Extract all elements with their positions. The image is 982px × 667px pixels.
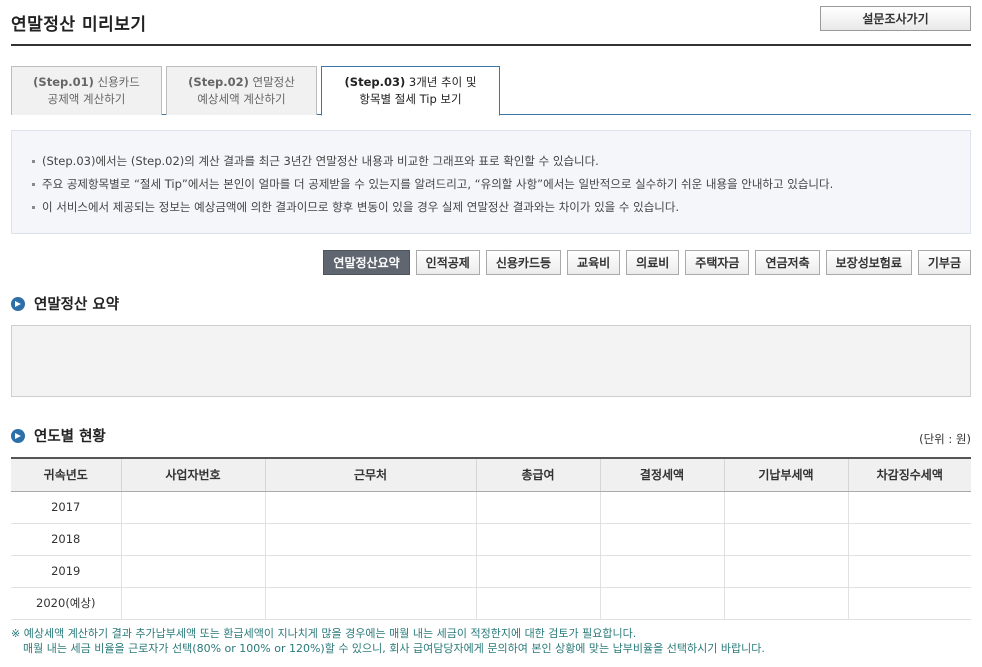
summary-title-text: 연말정산 요약 [34, 297, 120, 313]
year-cell: 2019 [11, 555, 121, 588]
tab-step-03-line2: 항목별 절세 Tip 보기 [359, 92, 462, 106]
yearly-section-title: 연도별 현황 [11, 425, 106, 446]
tab-step-01-label: 신용카드 [97, 75, 140, 89]
category-summary-button[interactable]: 연말정산요약 [323, 250, 410, 275]
col-business-number: 사업자번호 [120, 457, 265, 492]
col-determined-tax: 결정세액 [599, 457, 724, 492]
category-insurance-button[interactable]: 보장성보험료 [825, 250, 912, 275]
tab-step-02-line1: (Step.02) 연말정산 [167, 74, 316, 91]
table-row: 2019 [11, 555, 971, 588]
tab-step-02[interactable]: (Step.02) 연말정산 예상세액 계산하기 [166, 66, 317, 115]
col-prepaid-tax: 기납부세액 [723, 457, 848, 492]
info-item: 이 서비스에서 제공되는 정보는 예상금액에 의한 결과이므로 향후 변동이 있… [32, 196, 970, 219]
note-line-2: 매월 내는 세금 비율을 근로자가 선택(80% or 100% or 120%… [23, 642, 765, 655]
tab-step-01-line2: 공제액 계산하기 [47, 92, 126, 106]
year-cell: 2020(예상) [11, 587, 121, 620]
year-cell: 2017 [11, 491, 121, 524]
unit-label: (단위 : 원) [919, 432, 971, 446]
col-workplace: 근무처 [264, 457, 476, 492]
tab-step-01-step: (Step.01) [33, 75, 94, 89]
summary-box [11, 325, 971, 397]
tab-step-01[interactable]: (Step.01) 신용카드 공제액 계산하기 [11, 66, 162, 115]
table-row: 2020(예상) [11, 587, 971, 620]
yearly-title-text: 연도별 현황 [34, 429, 106, 445]
tab-step-02-line2: 예상세액 계산하기 [197, 92, 286, 106]
category-personal-deduction-button[interactable]: 인적공제 [415, 250, 480, 275]
step-tabs: (Step.01) 신용카드 공제액 계산하기 (Step.02) 연말정산 예… [11, 66, 971, 116]
page-header: 연말정산 미리보기 설문조사가기 [11, 0, 971, 46]
category-tabs: 연말정산요약 인적공제 신용카드등 교육비 의료비 주택자금 연금저축 보장성보… [323, 250, 971, 275]
tab-step-03[interactable]: (Step.03) 3개년 추이 및 항목별 절세 Tip 보기 [321, 66, 500, 116]
tab-step-02-step: (Step.02) [188, 75, 249, 89]
survey-button[interactable]: 설문조사가기 [820, 6, 971, 31]
summary-section-title: 연말정산 요약 [11, 293, 119, 314]
category-medical-button[interactable]: 의료비 [626, 250, 680, 275]
tab-step-03-label: 3개년 추이 및 [408, 75, 477, 89]
info-item: 주요 공제항목별로 “절세 Tip”에서는 본인이 얼마를 더 공제받을 수 있… [32, 173, 970, 196]
yearly-table: 귀속년도 사업자번호 근무처 총급여 결정세액 기납부세액 차감징수세액 201… [11, 457, 971, 620]
info-box: (Step.03)에서는 (Step.02)의 계산 결과를 최근 3년간 연말… [11, 130, 971, 234]
tab-step-03-step: (Step.03) [344, 75, 406, 89]
col-balance-tax: 차감징수세액 [847, 457, 971, 492]
year-cell: 2018 [11, 523, 121, 556]
tab-step-03-line1: (Step.03) 3개년 추이 및 [322, 74, 499, 91]
tab-step-02-label: 연말정산 [252, 75, 295, 89]
category-housing-button[interactable]: 주택자금 [685, 250, 750, 275]
table-row: 2017 [11, 491, 971, 524]
col-total-salary: 총급여 [475, 457, 600, 492]
category-credit-card-button[interactable]: 신용카드등 [485, 250, 562, 275]
col-year: 귀속년도 [11, 457, 121, 492]
page-title: 연말정산 미리보기 [11, 15, 147, 35]
note-line-1: ※ 예상세액 계산하기 결과 추가납부세액 또는 환급세액이 지나치게 많을 경… [11, 627, 637, 640]
category-education-button[interactable]: 교육비 [567, 250, 621, 275]
info-item: (Step.03)에서는 (Step.02)의 계산 결과를 최근 3년간 연말… [32, 150, 970, 173]
category-donation-button[interactable]: 기부금 [917, 250, 971, 275]
arrow-circle-icon [11, 428, 25, 443]
tab-step-01-line1: (Step.01) 신용카드 [12, 74, 161, 91]
table-row: 2018 [11, 523, 971, 556]
notes: ※ 예상세액 계산하기 결과 추가납부세액 또는 환급세액이 지나치게 많을 경… [11, 626, 765, 656]
arrow-circle-icon [11, 296, 25, 311]
category-pension-button[interactable]: 연금저축 [755, 250, 820, 275]
table-header-row: 귀속년도 사업자번호 근무처 총급여 결정세액 기납부세액 차감징수세액 [11, 457, 971, 492]
